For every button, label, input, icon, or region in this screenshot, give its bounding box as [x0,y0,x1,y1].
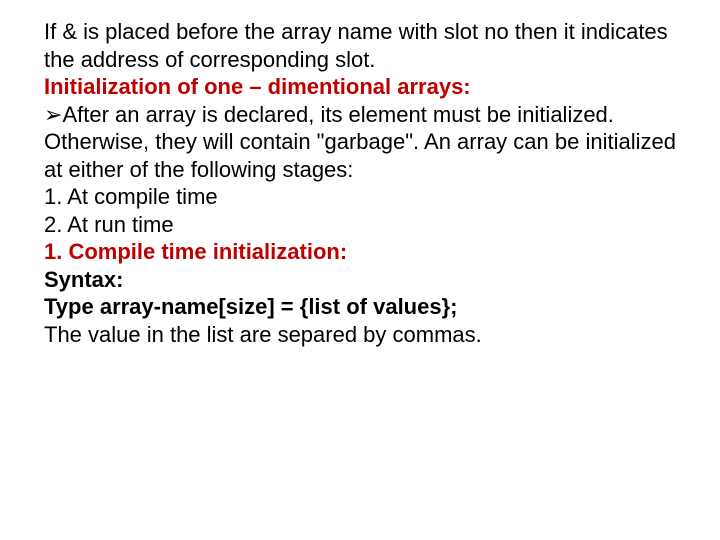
syntax-line: Type array-name[size] = {list of values}… [44,293,680,321]
slide-content: If & is placed before the array name wit… [44,18,680,348]
slide: If & is placed before the array name wit… [0,0,720,540]
init-heading: Initialization of one – dimentional arra… [44,73,680,101]
after-declared-block: ➢After an array is declared, its element… [44,102,676,182]
syntax-label: Syntax: [44,266,680,294]
stage-1: 1. At compile time [44,183,680,211]
after-declared-text: After an array is declared, its element … [44,102,676,182]
closing-text: The value in the list are separed by com… [44,321,680,349]
bullet-icon: ➢ [44,101,62,129]
stage-2: 2. At run time [44,211,680,239]
compile-time-heading: 1. Compile time initialization: [44,238,680,266]
intro-text: If & is placed before the array name wit… [44,19,668,72]
